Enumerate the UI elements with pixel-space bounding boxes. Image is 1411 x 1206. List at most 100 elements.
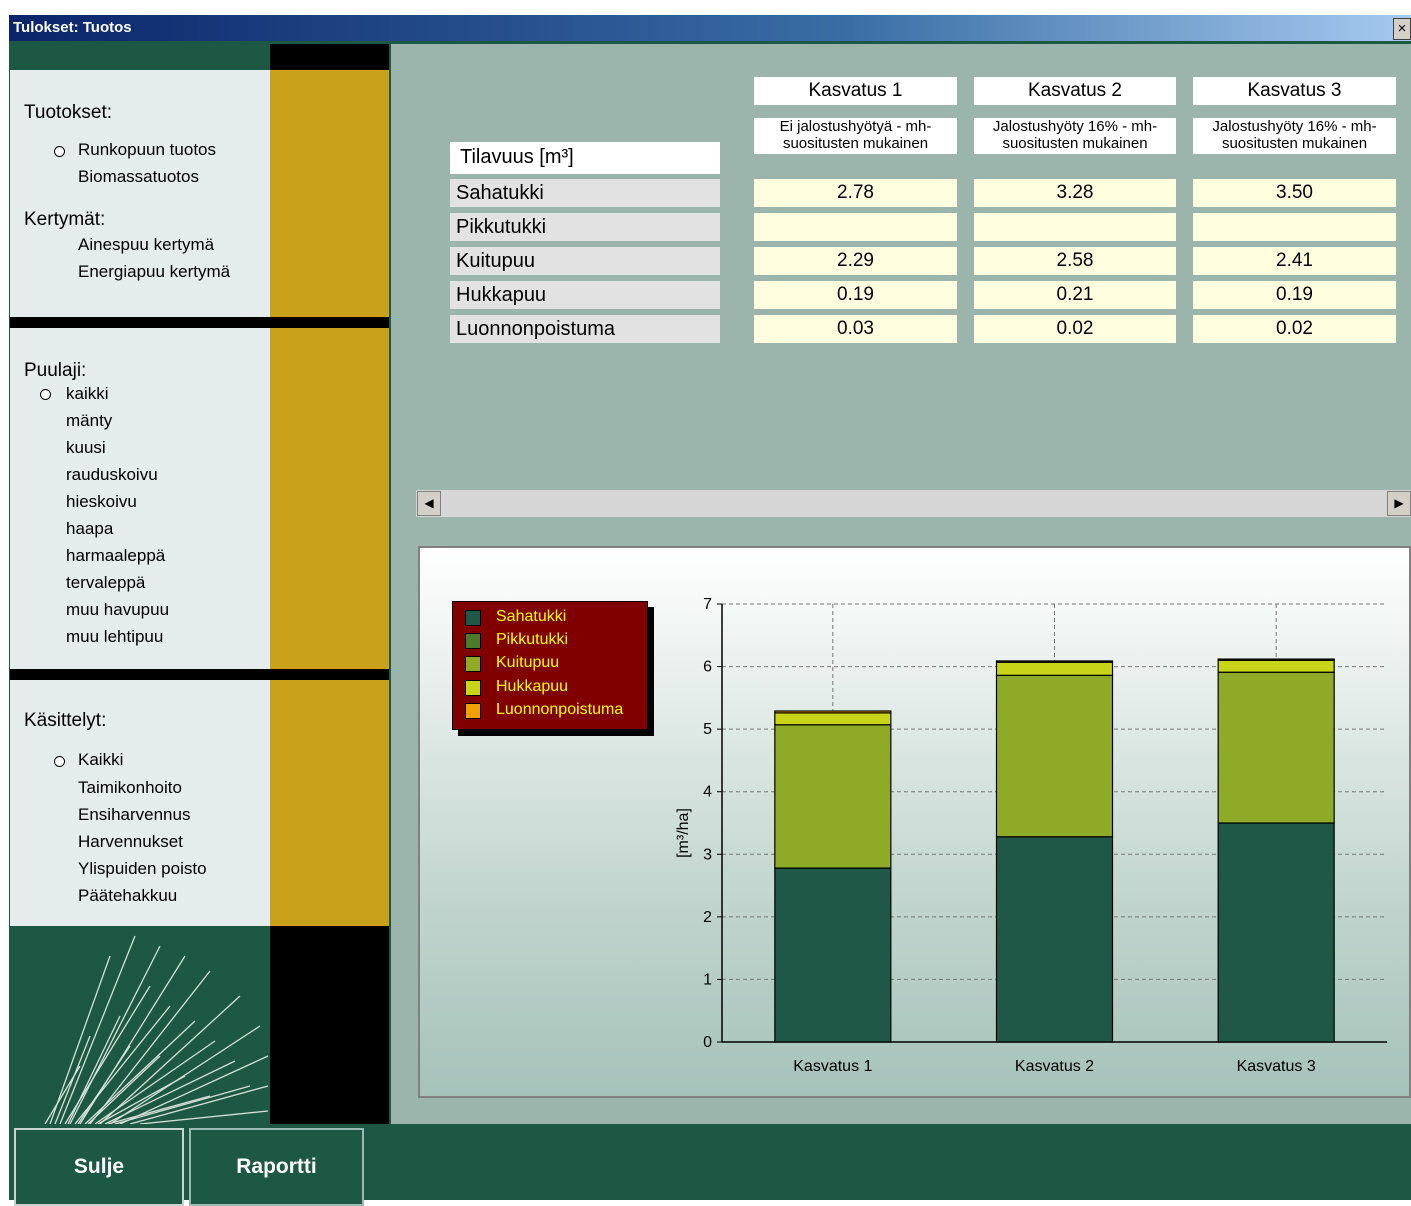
option-energiapuu-kertyma[interactable]: Energiapuu kertymä (78, 262, 230, 282)
species-kaikki[interactable]: kaikki (66, 384, 109, 404)
chart-legend: Sahatukki Pikkutukki Kuitupuu Hukkapuu L… (452, 601, 648, 730)
cell-kuitupuu-3: 2.41 (1193, 247, 1396, 275)
x-tick-label: Kasvatus 2 (1015, 1058, 1094, 1075)
bar-kuitupuu-3 (1217, 671, 1335, 824)
species-muu-havupuu[interactable]: muu havupuu (66, 600, 169, 620)
cell-sahatukki-1: 2.78 (754, 179, 957, 207)
cell-luonnonpoistuma-2: 0.02 (974, 315, 1176, 343)
sidebar-panel-species: Puulaji: kaikki mänty kuusi rauduskoivu … (10, 328, 270, 669)
scroll-left-button[interactable]: ◀ (417, 491, 441, 516)
kasittelyt-heading: Käsittelyt: (24, 710, 107, 731)
table-unit-header: Tilavuus [m³] (450, 142, 720, 174)
cell-kuitupuu-1: 2.29 (754, 247, 957, 275)
stacked-bar-chart: 0 1 2 3 4 5 6 7 Kasvatus 1 Kasvatus 2 Kasvatus 3 [m… (675, 596, 1387, 1075)
cell-kuitupuu-2: 2.58 (974, 247, 1176, 275)
bar-sahatukki-1 (774, 867, 892, 1043)
column-header-kasvatus-1: Kasvatus 1 (754, 77, 957, 105)
bar-luonnonpoistuma-2 (995, 660, 1114, 663)
close-window-button[interactable]: × (1393, 18, 1411, 40)
species-tervaleppa[interactable]: tervaleppä (66, 573, 145, 593)
sidebar-stripe-gold-1 (270, 70, 389, 317)
cell-pikkutukki-2 (974, 213, 1176, 241)
sidebar-stripe-gold-2 (270, 328, 389, 669)
puulaji-heading: Puulaji: (24, 360, 87, 381)
species-haapa[interactable]: haapa (66, 519, 113, 539)
species-rauduskoivu[interactable]: rauduskoivu (66, 465, 158, 485)
column-header-kasvatus-3: Kasvatus 3 (1193, 77, 1396, 105)
legend-label-sahatukki: Sahatukki (496, 608, 567, 625)
bar-luonnonpoistuma-1 (774, 710, 892, 714)
legend-label-pikkutukki: Pikkutukki (496, 631, 569, 648)
bar-luonnonpoistuma-3 (1217, 658, 1335, 661)
y-tick-label: 1 (703, 971, 712, 988)
y-axis-label: [m³/ha] (675, 808, 692, 858)
cell-luonnonpoistuma-1: 0.03 (754, 315, 957, 343)
close-button[interactable]: Sulje (14, 1128, 184, 1206)
column-header-kasvatus-2: Kasvatus 2 (974, 77, 1176, 105)
treatment-harvennukset[interactable]: Harvennukset (78, 832, 183, 852)
species-kuusi[interactable]: kuusi (66, 438, 106, 458)
bar-sahatukki-3 (1217, 822, 1335, 1043)
sidebar-stripe-gold-3 (270, 680, 389, 926)
legend-swatch-luonnonpoistuma (465, 703, 481, 719)
radio-selected-icon (54, 756, 65, 767)
legend-label-luonnonpoistuma: Luonnonpoistuma (496, 701, 624, 718)
unit-label: Tilavuus [m³] (460, 146, 574, 168)
species-muu-lehtipuu[interactable]: muu lehtipuu (66, 627, 163, 647)
treatment-kaikki[interactable]: Kaikki (78, 750, 123, 770)
x-tick-label: Kasvatus 1 (793, 1058, 872, 1075)
y-tick-label: 5 (703, 721, 712, 738)
y-tick-label: 7 (703, 596, 712, 613)
bar-hukkapuu-1 (774, 712, 892, 726)
sidebar-divider-1 (10, 317, 389, 328)
legend-swatch-hukkapuu (465, 680, 481, 696)
legend-swatch-kuitupuu (465, 656, 481, 672)
cell-luonnonpoistuma-3: 0.02 (1193, 315, 1396, 343)
row-label-kuitupuu: Kuitupuu (450, 247, 720, 275)
cell-sahatukki-3: 3.50 (1193, 179, 1396, 207)
title-bar: Tulokset: Tuotos × (9, 15, 1411, 41)
legend-swatch-pikkutukki (465, 633, 481, 649)
cell-hukkapuu-3: 0.19 (1193, 281, 1396, 309)
bar-sahatukki-2 (995, 836, 1114, 1043)
species-manty[interactable]: mänty (66, 411, 112, 431)
bar-hukkapuu-2 (995, 661, 1114, 676)
bar-kuitupuu-1 (774, 724, 892, 869)
window-title: Tulokset: Tuotos (13, 19, 132, 36)
cell-pikkutukki-1 (754, 213, 957, 241)
legend-label-hukkapuu: Hukkapuu (496, 678, 569, 695)
species-harmaaleppa[interactable]: harmaaleppä (66, 546, 165, 566)
column-desc-kasvatus-2: Jalostushyöty 16% - mh-suositusten mukai… (974, 118, 1176, 154)
column-desc-kasvatus-3: Jalostushyöty 16% - mh-suositusten mukai… (1193, 118, 1396, 154)
cell-hukkapuu-2: 0.21 (974, 281, 1176, 309)
sidebar-stripe-top (270, 44, 389, 70)
bar-kuitupuu-2 (995, 674, 1114, 838)
y-tick-label: 0 (703, 1034, 712, 1051)
treatment-ensiharvennus[interactable]: Ensiharvennus (78, 805, 190, 825)
treatment-taimikonhoito[interactable]: Taimikonhoito (78, 778, 182, 798)
report-button[interactable]: Raportti (189, 1128, 364, 1206)
legend-swatch-sahatukki (465, 610, 481, 626)
option-ainespuu-kertyma[interactable]: Ainespuu kertymä (78, 235, 214, 255)
treatment-ylispuiden-poisto[interactable]: Ylispuiden poisto (78, 859, 207, 879)
bar-hukkapuu-3 (1217, 659, 1335, 673)
tuotokset-heading: Tuotokset: (24, 102, 113, 123)
scroll-right-button[interactable]: ▶ (1387, 491, 1411, 516)
pine-branch-image (44, 935, 269, 1124)
treatment-paatehakkuu[interactable]: Päätehakkuu (78, 886, 177, 906)
sidebar-panel-outputs: Tuotokset: Runkopuun tuotos Biomassatuot… (10, 70, 270, 317)
x-tick-label: Kasvatus 3 (1237, 1058, 1316, 1075)
option-biomassatuotos[interactable]: Biomassatuotos (78, 167, 199, 187)
y-tick-label: 2 (703, 909, 712, 926)
legend-label-kuitupuu: Kuitupuu (496, 654, 560, 671)
radio-selected-icon (54, 146, 65, 157)
option-runkopuun-tuotos[interactable]: Runkopuun tuotos (78, 140, 216, 160)
column-desc-kasvatus-1: Ei jalostushyötyä - mh-suositusten mukai… (754, 118, 957, 154)
sidebar-panel-treatments: Käsittelyt: Kaikki Taimikonhoito Ensihar… (10, 680, 270, 926)
species-hieskoivu[interactable]: hieskoivu (66, 492, 137, 512)
horizontal-scrollbar[interactable]: ◀ ▶ (416, 490, 1411, 517)
radio-selected-icon (40, 389, 51, 400)
row-label-sahatukki: Sahatukki (450, 179, 720, 207)
cell-sahatukki-2: 3.28 (974, 179, 1176, 207)
row-label-luonnonpoistuma: Luonnonpoistuma (450, 315, 720, 343)
